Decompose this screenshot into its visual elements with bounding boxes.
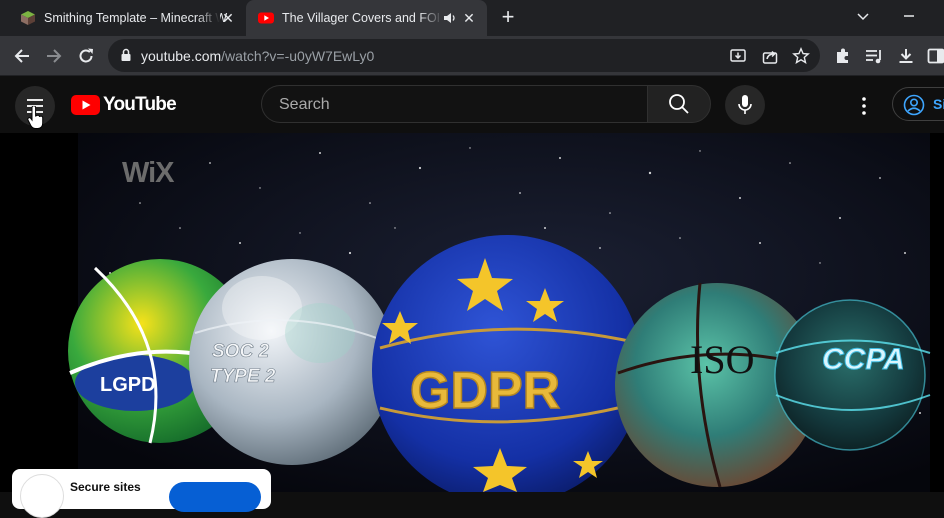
lgpd-label: LGPD [100, 374, 156, 396]
back-button[interactable] [10, 44, 34, 68]
youtube-logo[interactable]: YouTube [71, 94, 177, 116]
minecraft-cube-icon [21, 11, 35, 25]
arrow-right-icon [47, 49, 62, 63]
sign-in-label: Si [933, 96, 944, 112]
speaker-icon[interactable] [443, 11, 457, 25]
search-box[interactable] [261, 85, 647, 124]
soc2-ball: SOC 2 TYPE 2 [189, 259, 395, 465]
video-player[interactable]: LGPD SOC 2 TYPE 2 GDPR ISO CCPA WiX [0, 133, 944, 492]
card-action-button[interactable] [169, 482, 261, 512]
ccpa-label: CCPA [822, 343, 905, 376]
tab-strip: Smithing Template – Minecraft W ✕ The Vi… [0, 0, 944, 36]
gdpr-label: GDPR [410, 362, 560, 420]
address-bar[interactable]: youtube.com/watch?v=-u0yW7EwLy0 [108, 39, 820, 72]
url-text: youtube.com/watch?v=-u0yW7EwLy0 [141, 48, 375, 64]
side-panel-icon[interactable] [926, 46, 944, 66]
more-options-icon[interactable] [852, 94, 876, 118]
secure-sites-card[interactable]: Secure sites [12, 469, 271, 518]
arrow-left-icon [14, 49, 29, 63]
reload-button[interactable] [74, 44, 98, 68]
hand-cursor-icon [27, 106, 44, 129]
iso-label: ISO [690, 337, 754, 382]
soc2-label-line2: TYPE 2 [210, 366, 276, 387]
avatar [20, 474, 64, 518]
voice-search-button[interactable] [725, 85, 765, 125]
share-icon[interactable] [761, 47, 779, 65]
tab-villager-covers[interactable]: The Villager Covers and FOR ✕ [246, 0, 487, 36]
reload-icon [79, 48, 93, 63]
browser-toolbar: youtube.com/watch?v=-u0yW7EwLy0 [0, 36, 944, 76]
chevron-down-icon[interactable] [853, 6, 873, 26]
youtube-play-logo-icon [71, 95, 100, 115]
search-input[interactable] [277, 86, 631, 124]
new-tab-button[interactable]: + [497, 6, 519, 29]
forward-button[interactable] [42, 44, 66, 68]
extensions-puzzle-icon[interactable] [833, 46, 853, 66]
media-queue-icon[interactable] [864, 46, 884, 66]
wix-watermark: WiX [122, 157, 175, 189]
sign-in-button[interactable]: Si [892, 87, 944, 121]
download-icon[interactable] [896, 46, 916, 66]
star-bookmark-icon[interactable] [792, 47, 810, 65]
microphone-icon [738, 95, 752, 114]
close-tab-icon[interactable]: ✕ [220, 10, 236, 26]
tab-smithing-template[interactable]: Smithing Template – Minecraft W ✕ [0, 0, 246, 36]
lock-icon[interactable] [120, 48, 132, 62]
install-app-icon[interactable] [729, 47, 747, 65]
youtube-wordmark: YouTube [103, 94, 177, 115]
account-circle-icon [903, 94, 925, 116]
tab-title: The Villager Covers and FOR [282, 11, 439, 25]
search-button[interactable] [647, 85, 711, 123]
search-icon [669, 94, 689, 114]
close-tab-icon[interactable]: ✕ [461, 10, 477, 26]
youtube-masthead: YouTube Si [0, 76, 944, 133]
youtube-icon [258, 12, 274, 24]
minimize-icon[interactable] [899, 6, 919, 26]
soc2-label-line1: SOC 2 [212, 341, 269, 362]
